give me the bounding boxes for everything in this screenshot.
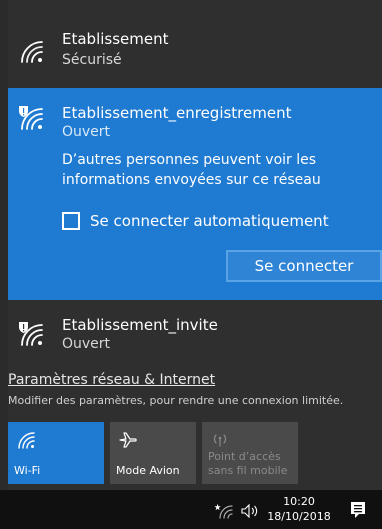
tile-label: Point d’accès sans fil mobile xyxy=(208,450,287,478)
network-status: Sécurisé xyxy=(62,52,122,68)
wifi-icon xyxy=(21,41,43,63)
network-name: Etablissement_invite xyxy=(62,316,218,334)
taskbar: 10:20 18/10/2018 xyxy=(0,490,382,529)
network-settings-description: Modifier des paramètres, pour rendre une… xyxy=(8,394,344,407)
wifi-toggle-tile[interactable]: Wi-Fi xyxy=(8,422,104,484)
auto-connect-checkbox[interactable] xyxy=(62,212,80,230)
clock-date: 18/10/2018 xyxy=(267,510,331,523)
wifi-icon xyxy=(18,432,35,449)
network-status: Ouvert xyxy=(62,124,111,140)
network-status: Ouvert xyxy=(62,336,111,352)
wifi-warning-icon xyxy=(19,322,43,346)
network-item-etablissement[interactable]: Etablissement Sécurisé xyxy=(8,12,382,82)
network-name: Etablissement xyxy=(62,30,169,48)
wifi-warning-icon xyxy=(19,106,43,130)
connect-button[interactable]: Se connecter xyxy=(226,250,382,282)
tile-label-line2: sans fil mobile xyxy=(208,464,288,477)
hotspot-icon xyxy=(213,434,227,447)
airplane-icon xyxy=(119,432,137,448)
airplane-mode-tile[interactable]: Mode Avion xyxy=(110,422,196,484)
network-item-etablissement-invite[interactable]: Etablissement_invite Ouvert xyxy=(8,304,382,370)
auto-connect-option[interactable]: Se connecter automatiquement xyxy=(62,210,329,232)
tile-label: Wi-Fi xyxy=(14,464,41,477)
tile-label-line1: Point d’accès xyxy=(208,450,281,463)
network-flyout: Etablissement Sécurisé Etablissement_enr… xyxy=(8,0,382,490)
mobile-hotspot-tile[interactable]: Point d’accès sans fil mobile xyxy=(202,422,298,484)
network-name: Etablissement_enregistrement xyxy=(62,104,292,122)
auto-connect-label: Se connecter automatiquement xyxy=(90,212,329,230)
notification-center-icon[interactable] xyxy=(350,501,366,519)
network-settings-link[interactable]: Paramètres réseau & Internet xyxy=(8,372,215,388)
network-tray-icon[interactable] xyxy=(214,503,234,519)
security-warning: D’autres personnes peuvent voir les info… xyxy=(62,152,321,188)
clock[interactable]: 10:20 18/10/2018 xyxy=(264,494,334,524)
network-item-etablissement-enregistrement[interactable]: Etablissement_enregistrement Ouvert D’au… xyxy=(8,88,382,300)
tile-label: Mode Avion xyxy=(116,464,180,477)
clock-time: 10:20 xyxy=(283,495,315,508)
volume-icon[interactable] xyxy=(240,504,260,518)
